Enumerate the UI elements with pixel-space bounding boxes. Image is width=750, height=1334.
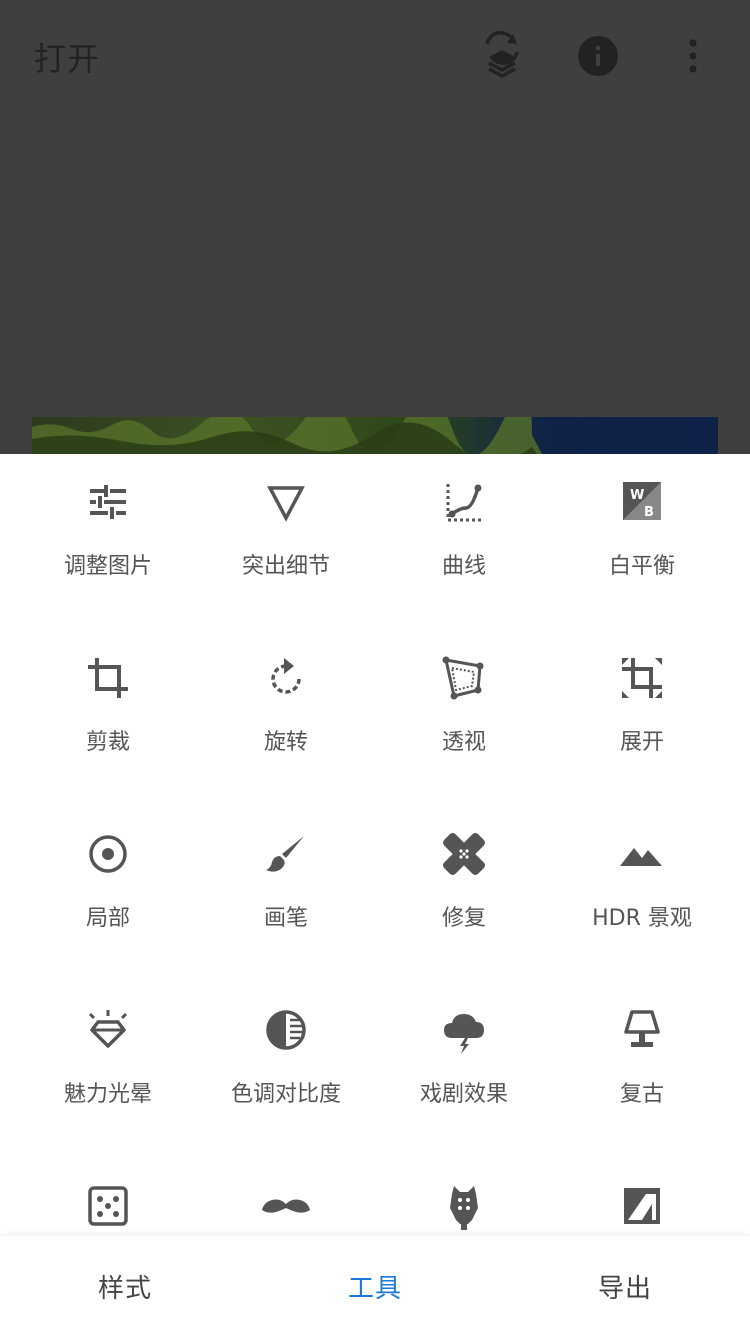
- history-layers-icon[interactable]: [477, 30, 527, 82]
- tool-drama[interactable]: 戏剧效果: [374, 982, 554, 1142]
- more-vert-icon[interactable]: [668, 30, 718, 82]
- mustache-icon: [260, 1180, 312, 1232]
- tool-label: 调整图片: [63, 554, 152, 579]
- tool-glamour-glow[interactable]: 魅力光晕: [18, 982, 198, 1142]
- tool-label: 局部: [85, 906, 130, 931]
- guitar-icon: [438, 1180, 490, 1232]
- tab-styles[interactable]: 样式: [98, 1268, 152, 1305]
- tool-label: 突出细节: [241, 554, 330, 579]
- tool-hdr-landscape[interactable]: HDR 景观: [552, 806, 732, 966]
- tonal-contrast-icon: [260, 1004, 312, 1056]
- tools-grid: 调整图片 突出细节 曲线 W B 白平衡 剪裁 旋转 透视 展开 局部 画笔 修…: [0, 454, 750, 1240]
- tool-perspective[interactable]: 透视: [374, 630, 554, 790]
- grainy-film-icon: [82, 1180, 134, 1232]
- hdr-landscape-icon: [616, 828, 668, 880]
- tool-label: 戏剧效果: [419, 1082, 508, 1107]
- tool-selective[interactable]: 局部: [18, 806, 198, 966]
- drama-icon: [438, 1004, 490, 1056]
- tool-mustache[interactable]: [196, 1158, 376, 1240]
- tool-label: HDR 景观: [592, 906, 692, 931]
- healing-icon: [438, 828, 490, 880]
- brush-icon: [260, 828, 312, 880]
- grunge-icon: [616, 1180, 668, 1232]
- photo-preview: [32, 417, 718, 454]
- selective-icon: [82, 828, 134, 880]
- tool-label: 曲线: [441, 554, 486, 579]
- tool-healing[interactable]: 修复: [374, 806, 554, 966]
- open-button[interactable]: 打开: [34, 34, 100, 80]
- tab-tools[interactable]: 工具: [348, 1268, 402, 1305]
- tool-white-balance[interactable]: W B 白平衡: [552, 454, 732, 614]
- tool-label: 复古: [619, 1082, 664, 1107]
- tool-guitar[interactable]: [374, 1158, 554, 1240]
- tool-curves[interactable]: 曲线: [374, 454, 554, 614]
- perspective-icon: [438, 652, 490, 704]
- details-triangle-icon: [260, 476, 312, 528]
- curves-icon: [438, 476, 490, 528]
- tool-grainy-film[interactable]: [18, 1158, 198, 1240]
- tool-rotate[interactable]: 旋转: [196, 630, 376, 790]
- tool-label: 白平衡: [608, 554, 675, 579]
- tool-tonal-contrast[interactable]: 色调对比度: [196, 982, 376, 1142]
- tool-vintage[interactable]: 复古: [552, 982, 732, 1142]
- tool-label: 剪裁: [85, 730, 130, 755]
- vintage-lamp-icon: [616, 1004, 668, 1056]
- glamour-glow-icon: [82, 1004, 134, 1056]
- tool-label: 旋转: [263, 730, 308, 755]
- svg-text:B: B: [644, 505, 654, 520]
- tool-label: 魅力光晕: [63, 1082, 152, 1107]
- tune-icon: [82, 476, 134, 528]
- tool-label: 色调对比度: [230, 1082, 341, 1107]
- tool-expand[interactable]: 展开: [552, 630, 732, 790]
- white-balance-icon: W B: [616, 476, 668, 528]
- tool-grunge[interactable]: [552, 1158, 732, 1240]
- tool-label: 展开: [619, 730, 664, 755]
- tool-label: 修复: [441, 906, 486, 931]
- expand-icon: [616, 652, 668, 704]
- rotate-icon: [260, 652, 312, 704]
- crop-icon: [82, 652, 134, 704]
- tool-tune-image[interactable]: 调整图片: [18, 454, 198, 614]
- svg-text:W: W: [630, 488, 644, 503]
- info-icon[interactable]: [573, 30, 623, 82]
- tool-label: 画笔: [263, 906, 308, 931]
- tool-details[interactable]: 突出细节: [196, 454, 376, 614]
- bottom-navigation: 样式 工具 导出: [0, 1236, 750, 1334]
- tool-label: 透视: [441, 730, 486, 755]
- tool-brush[interactable]: 画笔: [196, 806, 376, 966]
- image-preview-area: 打开: [0, 0, 750, 454]
- tool-crop[interactable]: 剪裁: [18, 630, 198, 790]
- tab-export[interactable]: 导出: [598, 1268, 652, 1305]
